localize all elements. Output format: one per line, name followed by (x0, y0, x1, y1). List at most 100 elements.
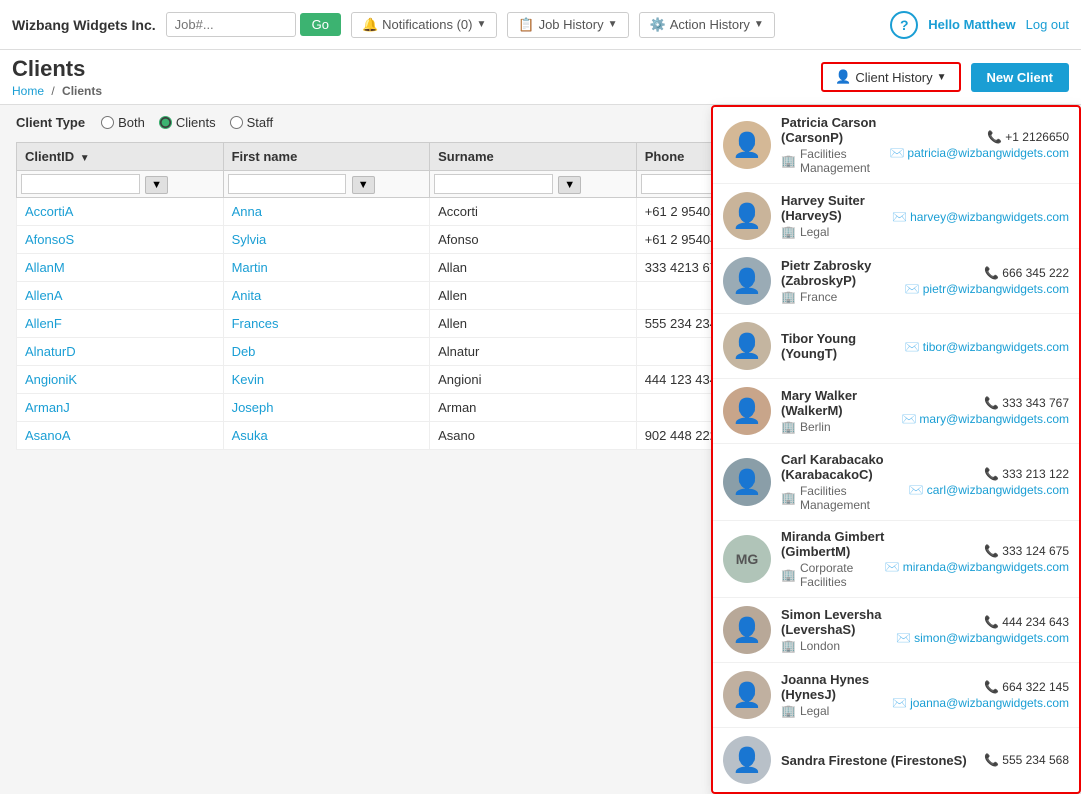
dropdown-item[interactable]: 👤 Mary Walker (WalkerM) 🏢 Berlin 📞 333 3… (713, 379, 1079, 444)
email-icon: ✉️ (889, 146, 904, 160)
dropdown-email: ✉️ tibor@wizbangwidgets.com (905, 340, 1069, 354)
email-icon: ✉️ (909, 483, 924, 497)
radio-clients-input[interactable] (159, 116, 172, 129)
client-id-link[interactable]: AccortiA (25, 204, 73, 219)
username-link[interactable]: Hello Matthew (928, 17, 1015, 32)
email-icon: ✉️ (905, 282, 920, 296)
avatar: 👤 (723, 458, 771, 506)
dropdown-item[interactable]: 👤 Carl Karabacako (KarabacakoC) 🏢 Facili… (713, 444, 1079, 521)
cell-clientid: AccortiA (17, 198, 224, 226)
filter-clientid: ▼ (17, 171, 224, 198)
dropdown-phone: 📞 666 345 222 (905, 266, 1069, 280)
building-icon: 🏢 (781, 290, 796, 304)
cell-firstname: Sylvia (223, 226, 430, 254)
client-id-link[interactable]: AfonsoS (25, 232, 74, 247)
sub-toolbar: Clients Home / Clients 👤 Client History … (0, 50, 1081, 105)
dropdown-info: Patricia Carson (CarsonP) 🏢 Facilities M… (781, 115, 889, 175)
dropdown-phone: 📞 555 234 568 (984, 753, 1069, 767)
dropdown-phone: 📞 333 343 767 (901, 396, 1069, 410)
cell-surname: Angioni (430, 366, 637, 394)
breadcrumb-separator: / (51, 84, 54, 98)
col-clientid[interactable]: ClientID ▼ (17, 143, 224, 171)
client-id-link[interactable]: AllenF (25, 316, 62, 331)
cell-firstname: Martin (223, 254, 430, 282)
help-button[interactable]: ? (890, 11, 918, 39)
client-id-link[interactable]: ArmanJ (25, 400, 70, 415)
notifications-button[interactable]: 🔔 Notifications (0) ▼ (351, 12, 497, 38)
cell-surname: Asano (430, 422, 637, 450)
filter-surname-button[interactable]: ▼ (558, 176, 581, 194)
cell-clientid: AfonsoS (17, 226, 224, 254)
avatar: MG (723, 535, 771, 583)
dropdown-item[interactable]: 👤 Joanna Hynes (HynesJ) 🏢 Legal 📞 664 32… (713, 663, 1079, 728)
dropdown-info: Simon Leversha (LevershaS) 🏢 London (781, 607, 896, 653)
client-id-link[interactable]: AngioniK (25, 372, 77, 387)
dropdown-item[interactable]: 👤 Pietr Zabrosky (ZabroskyP) 🏢 France 📞 … (713, 249, 1079, 314)
action-history-icon: ⚙️ (650, 17, 666, 33)
dropdown-email: ✉️ patricia@wizbangwidgets.com (889, 146, 1069, 160)
dropdown-item[interactable]: 👤 Sandra Firestone (FirestoneS) 📞 555 23… (713, 728, 1079, 792)
col-surname[interactable]: Surname (430, 143, 637, 171)
email-icon: ✉️ (892, 696, 907, 710)
firstname-value: Martin (232, 260, 268, 275)
filter-surname-input[interactable] (434, 174, 553, 194)
client-id-link[interactable]: AsanoA (25, 428, 71, 443)
client-id-link[interactable]: AlnaturD (25, 344, 76, 359)
dropdown-contact: 📞 444 234 643 ✉️ simon@wizbangwidgets.co… (896, 615, 1069, 645)
chevron-down-icon: ▼ (754, 19, 764, 30)
dropdown-email: ✉️ carl@wizbangwidgets.com (909, 483, 1069, 497)
dropdown-info: Pietr Zabrosky (ZabroskyP) 🏢 France (781, 258, 905, 304)
dropdown-item[interactable]: 👤 Patricia Carson (CarsonP) 🏢 Facilities… (713, 107, 1079, 184)
new-client-button[interactable]: New Client (971, 63, 1069, 92)
dropdown-dept: 🏢 Facilities Management (781, 484, 909, 512)
filter-firstname-input[interactable] (228, 174, 347, 194)
col-firstname[interactable]: First name (223, 143, 430, 171)
dropdown-name: Tibor Young (YoungT) (781, 331, 905, 361)
dropdown-item[interactable]: 👤 Tibor Young (YoungT) ✉️ tibor@wizbangw… (713, 314, 1079, 379)
logout-link[interactable]: Log out (1026, 17, 1069, 32)
cell-clientid: AllenF (17, 310, 224, 338)
client-history-label: Client History (855, 70, 932, 85)
chevron-down-icon: ▼ (476, 19, 486, 30)
phone-icon: 📞 (984, 467, 999, 481)
dropdown-dept: 🏢 London (781, 639, 896, 653)
dropdown-name: Simon Leversha (LevershaS) (781, 607, 896, 637)
job-history-button[interactable]: 📋 Job History ▼ (507, 12, 628, 38)
dropdown-name: Carl Karabacako (KarabacakoC) (781, 452, 909, 482)
filter-clientid-input[interactable] (21, 174, 140, 194)
go-button[interactable]: Go (300, 13, 341, 36)
filter-clientid-button[interactable]: ▼ (145, 176, 168, 194)
dropdown-item[interactable]: MG Miranda Gimbert (GimbertM) 🏢 Corporat… (713, 521, 1079, 598)
chevron-down-icon: ▼ (937, 72, 947, 83)
logo: Wizbang Widgets Inc. (12, 17, 156, 33)
filter-firstname-button[interactable]: ▼ (352, 176, 375, 194)
radio-staff-input[interactable] (230, 116, 243, 129)
client-id-link[interactable]: AllanM (25, 260, 65, 275)
cell-clientid: AllenA (17, 282, 224, 310)
radio-both[interactable]: Both (101, 115, 145, 130)
dropdown-item[interactable]: 👤 Harvey Suiter (HarveyS) 🏢 Legal ✉️ har… (713, 184, 1079, 249)
dropdown-dept: 🏢 Berlin (781, 420, 901, 434)
email-icon: ✉️ (901, 412, 916, 426)
dropdown-item[interactable]: 👤 Simon Leversha (LevershaS) 🏢 London 📞 … (713, 598, 1079, 663)
client-id-link[interactable]: AllenA (25, 288, 63, 303)
cell-firstname: Anna (223, 198, 430, 226)
radio-staff[interactable]: Staff (230, 115, 274, 130)
cell-firstname: Joseph (223, 394, 430, 422)
dropdown-phone: 📞 444 234 643 (896, 615, 1069, 629)
radio-both-input[interactable] (101, 116, 114, 129)
cell-surname: Alnatur (430, 338, 637, 366)
search-input[interactable] (166, 12, 296, 37)
dropdown-info: Miranda Gimbert (GimbertM) 🏢 Corporate F… (781, 529, 885, 589)
client-history-button[interactable]: 👤 Client History ▼ (821, 62, 960, 92)
cell-clientid: AllanM (17, 254, 224, 282)
radio-clients[interactable]: Clients (159, 115, 216, 130)
page-title-area: Clients Home / Clients (12, 56, 811, 98)
action-history-button[interactable]: ⚙️ Action History ▼ (639, 12, 775, 38)
sort-icon: ▼ (80, 153, 90, 164)
dropdown-info: Mary Walker (WalkerM) 🏢 Berlin (781, 388, 901, 434)
dropdown-name: Joanna Hynes (HynesJ) (781, 672, 892, 702)
breadcrumb-home[interactable]: Home (12, 84, 44, 98)
job-history-label: Job History (539, 17, 604, 32)
page-title: Clients (12, 56, 811, 82)
